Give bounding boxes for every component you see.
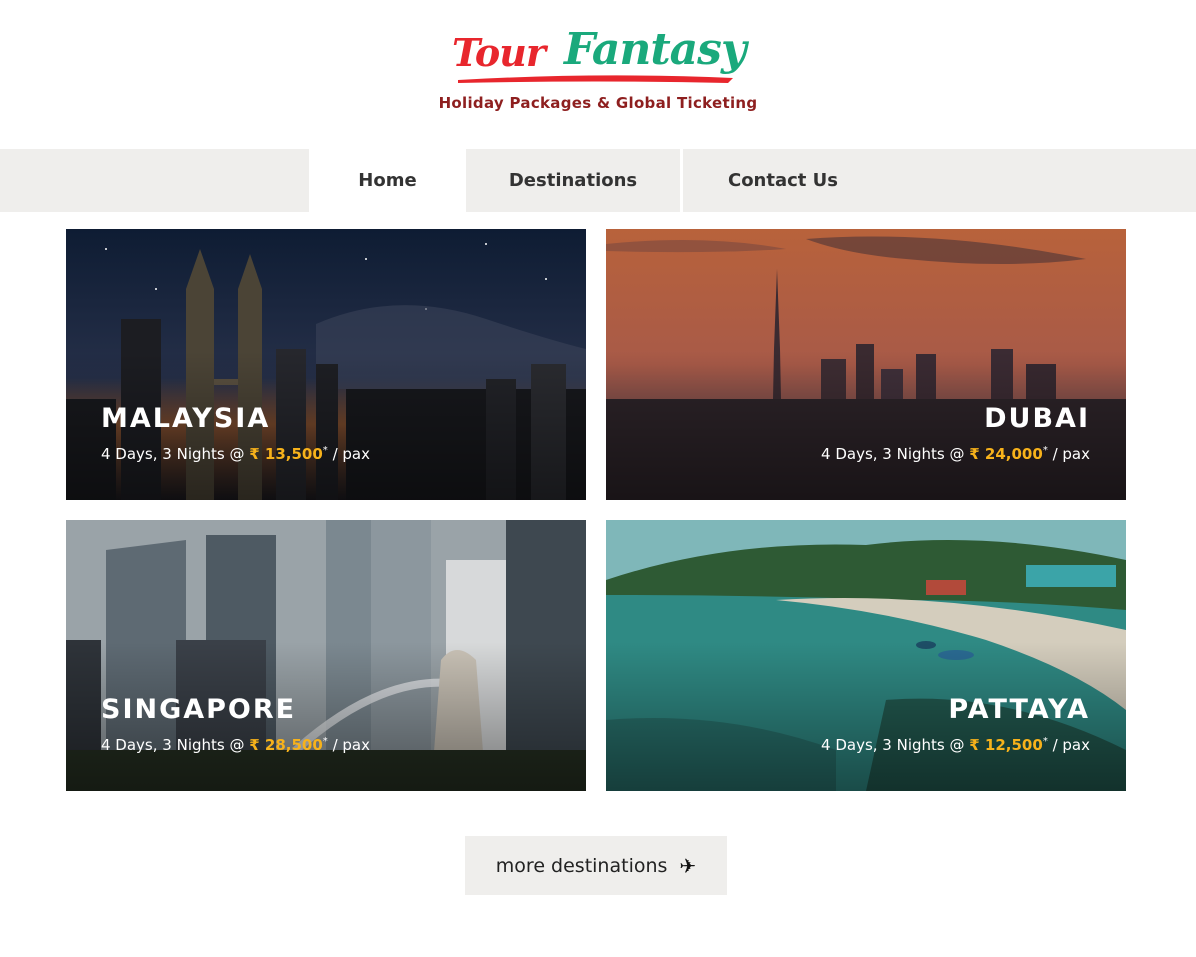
logo-swoosh — [458, 75, 733, 83]
destination-card-pattaya[interactable]: PATTAYA 4 Days, 3 Nights @ ₹ 12,500* / p… — [606, 520, 1126, 791]
airplane-icon: ✈ — [679, 853, 697, 878]
per-pax: / pax — [1047, 736, 1090, 754]
nav-contact-us[interactable]: Contact Us — [683, 149, 883, 212]
per-pax: / pax — [327, 736, 370, 754]
duration-text: 4 Days, 3 Nights @ — [101, 445, 250, 463]
nav-home[interactable]: Home — [309, 149, 466, 212]
per-pax: / pax — [1047, 445, 1090, 463]
price: ₹ 13,500 — [249, 445, 323, 463]
destination-info: 4 Days, 3 Nights @ ₹ 12,500* / pax — [821, 736, 1090, 754]
logo[interactable]: Tour Fantasy — [452, 24, 747, 88]
price: ₹ 12,500 — [969, 736, 1043, 754]
destination-card-dubai[interactable]: DUBAI 4 Days, 3 Nights @ ₹ 24,000* / pax — [606, 229, 1126, 500]
destination-info: 4 Days, 3 Nights @ ₹ 28,500* / pax — [101, 736, 370, 754]
per-pax: / pax — [327, 445, 370, 463]
duration-text: 4 Days, 3 Nights @ — [821, 445, 970, 463]
nav-destinations[interactable]: Destinations — [466, 149, 680, 212]
logo-word-fantasy: Fantasy — [564, 24, 747, 75]
price: ₹ 28,500 — [249, 736, 323, 754]
logo-word-tour: Tour — [452, 30, 546, 75]
site-header: Tour Fantasy Holiday Packages & Global T… — [0, 0, 1196, 149]
more-destinations-button[interactable]: more destinations ✈ — [465, 836, 727, 895]
destination-name: SINGAPORE — [101, 694, 297, 725]
tagline: Holiday Packages & Global Ticketing — [438, 94, 758, 112]
destination-card-singapore[interactable]: SINGAPORE 4 Days, 3 Nights @ ₹ 28,500* /… — [66, 520, 586, 791]
destination-name: MALAYSIA — [101, 403, 271, 434]
destination-info: 4 Days, 3 Nights @ ₹ 13,500* / pax — [101, 445, 370, 463]
main-nav: Home Destinations Contact Us — [0, 149, 1196, 212]
destination-name: PATTAYA — [948, 694, 1090, 725]
more-destinations-label: more destinations — [495, 854, 668, 877]
duration-text: 4 Days, 3 Nights @ — [101, 736, 250, 754]
destination-card-malaysia[interactable]: MALAYSIA 4 Days, 3 Nights @ ₹ 13,500* / … — [66, 229, 586, 500]
destination-info: 4 Days, 3 Nights @ ₹ 24,000* / pax — [821, 445, 1090, 463]
duration-text: 4 Days, 3 Nights @ — [821, 736, 970, 754]
destination-name: DUBAI — [984, 403, 1090, 434]
price: ₹ 24,000 — [969, 445, 1043, 463]
